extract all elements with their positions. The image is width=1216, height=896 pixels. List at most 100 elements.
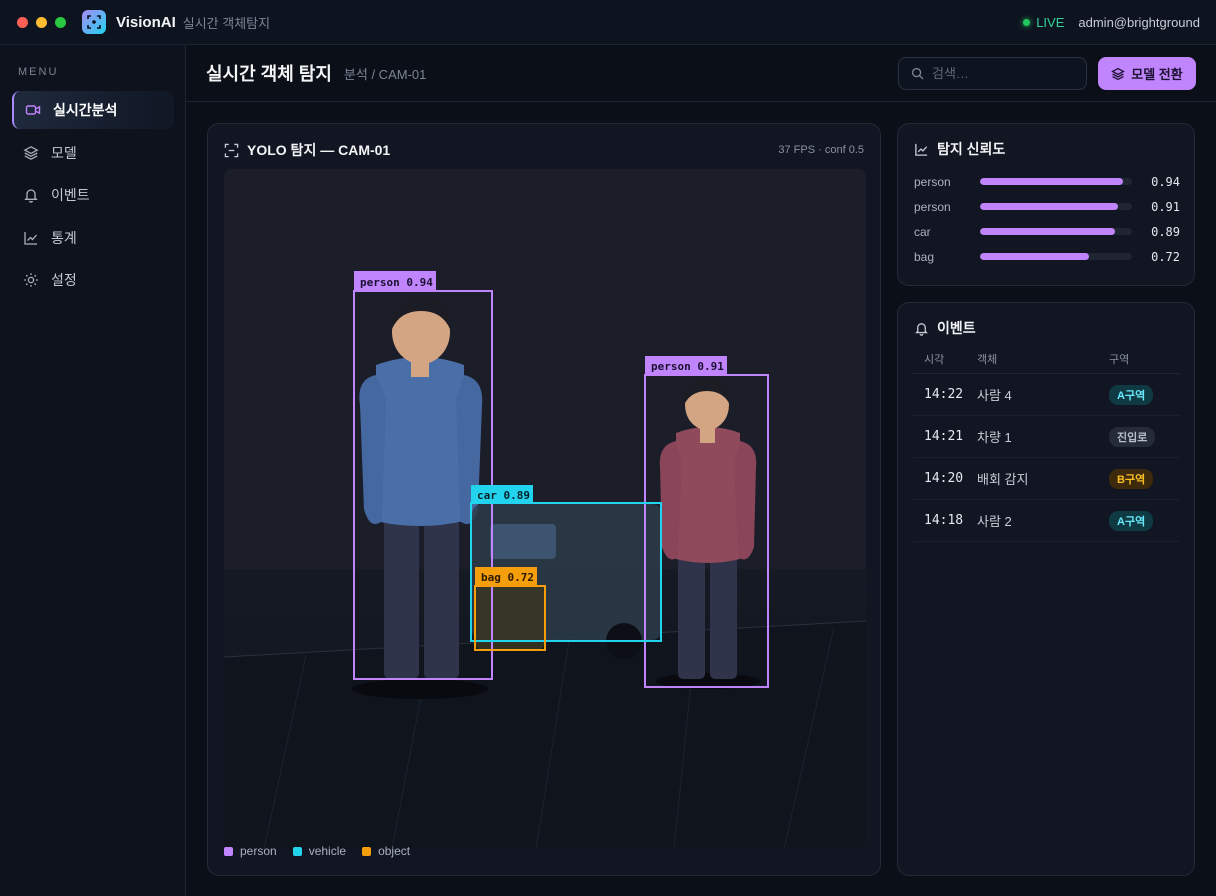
minimize-window-button[interactable] [36,16,47,28]
confidence-bar-fill [980,228,1116,235]
confidence-label: person [914,174,951,189]
confidence-row: person 0.94 [914,169,1180,194]
bbox-label: car 0.89 [477,489,530,502]
sidebar-item-model[interactable]: 모델 [12,134,174,172]
page-title: 실시간 객체 탐지 [206,64,332,84]
chart-icon [915,143,928,156]
event-time: 14:20 [924,471,964,486]
sidebar-item-label: 실시간분석 [53,102,118,118]
page-header: 실시간 객체 탐지 분석 / CAM-01 모델 전환 [186,45,1216,102]
zone-badge: A구역 [1109,510,1154,531]
sidebar-item-label: 이벤트 [51,187,90,203]
confidence-label: bag [914,249,935,264]
confidence-label: person [914,199,951,214]
camera-feed[interactable]: person 0.94 person 0.91 car 0.89 bag 0.7… [224,169,866,849]
camera-frame: person 0.94 person 0.91 car 0.89 bag 0.7… [224,169,866,849]
live-status: LIVE [1023,15,1064,30]
column-header-time: 시각 [924,353,945,366]
events-table-header: 시각 객체 구역 [913,344,1180,374]
zone-badge: A구역 [1109,384,1154,405]
layers-icon [1111,67,1126,80]
live-label: LIVE [1036,14,1065,30]
confidence-title: 탐지 신뢰도 [937,141,1006,157]
confidence-label: car [914,224,931,239]
bbox-label: bag 0.72 [481,571,534,584]
switch-model-button[interactable]: 모델 전환 [1098,57,1196,90]
table-row[interactable]: 14:20 배회 감지 B구역 [913,458,1180,500]
breadcrumb[interactable]: 분석 / CAM-01 [344,64,426,83]
legend-item-vehicle: vehicle [292,844,347,858]
legend-swatch [224,846,233,856]
floor [224,621,866,849]
chart-icon [24,231,37,245]
sidebar-nav: 실시간분석 모델 이벤트 통계 설정 [12,91,174,304]
confidence-value: 0.72 [1151,249,1180,264]
events-panel: 이벤트 시각 객체 구역 14:22 사람 4 A구역 14:21 차량 1 진… [897,302,1195,876]
detection-meta: 37 FPS · conf 0.5 [778,144,864,156]
sidebar-item-settings[interactable]: 설정 [12,261,174,299]
legend-item-object: object [362,844,410,858]
event-object: 사람 4 [977,388,1012,403]
maximize-window-button[interactable] [55,16,66,28]
legend-item-person: person [224,844,277,858]
app-logo-icon [82,10,106,34]
detection-title: YOLO 탐지 — CAM-01 [247,142,391,158]
bbox-label: person 0.94 [360,276,433,289]
events-table: 시각 객체 구역 14:22 사람 4 A구역 14:21 차량 1 진입로 1… [913,344,1180,542]
confidence-list: person 0.94 person 0.91 car 0.89 bag 0.7… [914,169,1180,269]
search-icon [911,67,924,80]
sidebar-item-label: 통계 [51,229,77,246]
confidence-bar-fill [980,178,1123,185]
legend-label: person [240,844,277,858]
bell-icon [24,189,38,203]
app-subtitle: 실시간 객체탐지 [182,15,271,31]
sidebar-item-label: 모델 [51,144,77,161]
switch-model-label: 모델 전환 [1131,67,1183,82]
legend-label: vehicle [308,844,347,858]
scan-icon [224,143,239,157]
table-row[interactable]: 14:22 사람 4 A구역 [913,374,1180,416]
user-account[interactable]: admin@brightground [1078,15,1200,30]
confidence-bar [980,253,1132,260]
live-dot-icon [1023,18,1031,26]
bell-icon [915,322,928,336]
table-row[interactable]: 14:18 사람 2 A구역 [913,500,1180,542]
confidence-bar [980,228,1132,235]
confidence-bar [980,178,1132,185]
confidence-bar [980,203,1132,210]
zone-badge: 진입로 [1109,426,1156,447]
detection-panel: YOLO 탐지 — CAM-01 37 FPS · conf 0.5 perso… [207,123,881,876]
bbox-label: person 0.91 [651,360,724,373]
table-row[interactable]: 14:21 차량 1 진입로 [913,416,1180,458]
zone-badge: B구역 [1109,468,1154,489]
sidebar-item-stats[interactable]: 통계 [12,219,174,257]
detection-header: YOLO 탐지 — CAM-01 37 FPS · conf 0.5 [224,140,864,160]
confidence-panel: 탐지 신뢰도 person 0.94 person 0.91 car 0.89 … [897,123,1195,286]
close-window-button[interactable] [17,16,28,28]
sidebar-item-realtime[interactable]: 실시간분석 [12,91,174,129]
window-controls [17,16,66,28]
search-input[interactable] [932,66,1072,81]
legend-swatch [292,846,302,856]
video-icon [25,105,41,115]
bag-figure [476,587,544,649]
confidence-value: 0.91 [1151,199,1180,214]
event-object: 배회 감지 [977,472,1029,487]
person-1-shadow [352,679,488,699]
detection-legend: person vehicle object [224,844,410,858]
layers-icon [23,145,39,160]
event-object: 차량 1 [977,430,1012,445]
events-header: 이벤트 [914,318,976,338]
confidence-value: 0.94 [1151,174,1180,189]
event-time: 14:21 [924,429,964,444]
confidence-header: 탐지 신뢰도 [914,139,1005,159]
sidebar-item-events[interactable]: 이벤트 [12,176,174,214]
confidence-bar-fill [980,203,1119,210]
search-box[interactable] [898,57,1087,90]
event-time: 14:18 [924,513,964,528]
legend-swatch [362,846,372,856]
confidence-bar-fill [980,253,1090,260]
sidebar: MENU 실시간분석 모델 이벤트 통계 설정 [0,45,186,896]
event-time: 14:22 [924,387,964,402]
confidence-value: 0.89 [1151,224,1180,239]
